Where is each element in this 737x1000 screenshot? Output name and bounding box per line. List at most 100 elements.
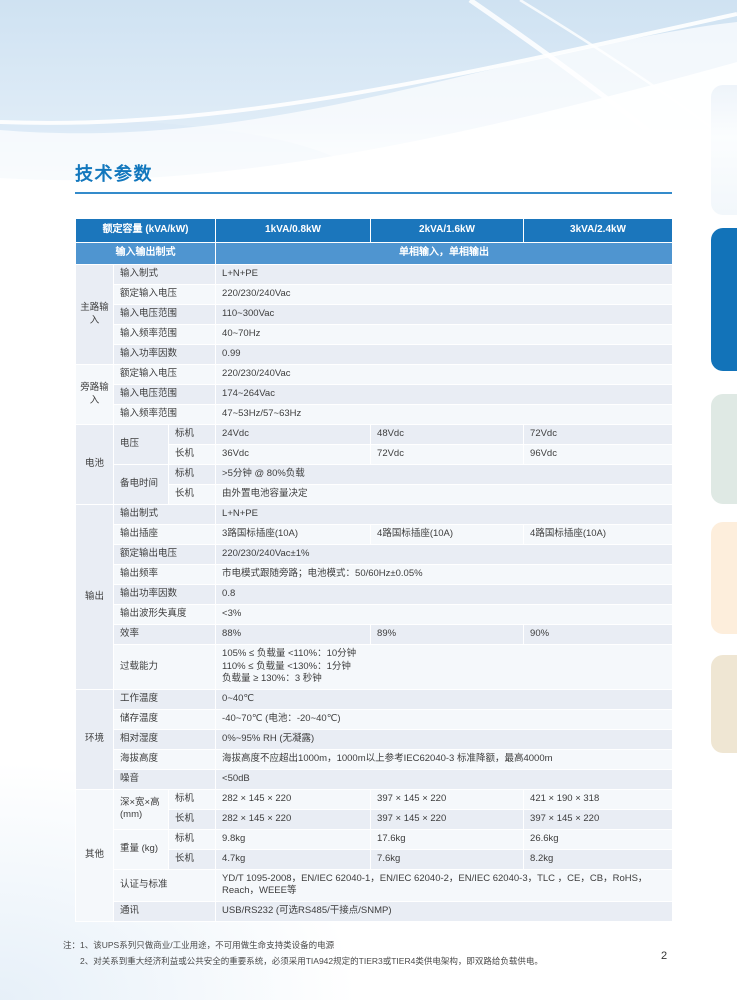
spec-label: 输入电压范围 [114, 305, 216, 325]
page-number: 2 [661, 950, 667, 962]
table-row: 额定输出电压 220/230/240Vac±1% [76, 545, 673, 565]
footnote-line-1: 注：1、该UPS系列只做商业/工业用途，不可用做生命支持类设备的电源 [63, 937, 543, 953]
spec-label: 过载能力 [114, 645, 216, 690]
note-prefix: 注： [63, 940, 80, 950]
spec-value: 0.8 [216, 585, 673, 605]
spec-value: 0~40℃ [216, 689, 673, 709]
decorative-waves-top [0, 0, 737, 250]
spec-label: 额定输出电压 [114, 545, 216, 565]
side-tab-5 [711, 655, 737, 753]
table-row: 备电时间 标机 >5分钟 @ 80%负载 [76, 465, 673, 485]
spec-value: L+N+PE [216, 505, 673, 525]
spec-label: 输入频率范围 [114, 405, 216, 425]
spec-value: 4路国标插座(10A) [371, 525, 524, 545]
table-row: 输出插座 3路国标插座(10A) 4路国标插座(10A) 4路国标插座(10A) [76, 525, 673, 545]
io-mode-label: 输入输出制式 [76, 243, 216, 265]
spec-label: 工作温度 [114, 689, 216, 709]
group-other: 其他 [76, 789, 114, 921]
spec-value: 220/230/240Vac±1% [216, 545, 673, 565]
group-environment: 环境 [76, 689, 114, 789]
spec-sublabel: 长机 [169, 485, 216, 505]
spec-value: 9.8kg [216, 829, 371, 849]
spec-sublabel: 标机 [169, 789, 216, 809]
table-row: 输入频率范围 40~70Hz [76, 325, 673, 345]
spec-label: 海拔高度 [114, 749, 216, 769]
spec-sublabel: 标机 [169, 425, 216, 445]
group-output: 输出 [76, 505, 114, 690]
spec-value: -40~70℃ (电池：-20~40℃) [216, 709, 673, 729]
table-row: 输入电压范围 174~264Vac [76, 385, 673, 405]
spec-label: 噪音 [114, 769, 216, 789]
spec-value: 397 × 145 × 220 [371, 809, 524, 829]
io-mode-value: 单相输入，单相输出 [216, 243, 673, 265]
table-row: 重量 (kg) 标机 9.8kg 17.6kg 26.6kg [76, 829, 673, 849]
spec-value: 由外置电池容量决定 [216, 485, 673, 505]
spec-value: 48Vdc [371, 425, 524, 445]
group-battery: 电池 [76, 425, 114, 505]
spec-value: 220/230/240Vac [216, 285, 673, 305]
header-col-3kva: 3kVA/2.4kW [524, 219, 673, 243]
spec-label: 认证与标准 [114, 869, 216, 901]
spec-value: 89% [371, 625, 524, 645]
table-row: 输出 输出制式 L+N+PE [76, 505, 673, 525]
spec-value: <3% [216, 605, 673, 625]
spec-value: USB/RS232 (可选RS485/干接点/SNMP) [216, 901, 673, 921]
spec-value: 47~53Hz/57~63Hz [216, 405, 673, 425]
spec-value: 105% ≤ 负载量 <110%：10分钟 110% ≤ 负载量 <130%：1… [216, 645, 673, 690]
table-row: 输入功率因数 0.99 [76, 345, 673, 365]
spec-value: 72Vdc [371, 445, 524, 465]
spec-value: 7.6kg [371, 849, 524, 869]
spec-value: 26.6kg [524, 829, 673, 849]
table-row: 输出波形失真度 <3% [76, 605, 673, 625]
spec-value: >5分钟 @ 80%负载 [216, 465, 673, 485]
spec-label: 输出插座 [114, 525, 216, 545]
table-header-row: 额定容量 (kVA/kW) 1kVA/0.8kW 2kVA/1.6kW 3kVA… [76, 219, 673, 243]
spec-value: 40~70Hz [216, 325, 673, 345]
table-row: 其他 深×宽×高 (mm) 标机 282 × 145 × 220 397 × 1… [76, 789, 673, 809]
spec-label: 额定输入电压 [114, 365, 216, 385]
spec-label: 通讯 [114, 901, 216, 921]
table-row: 过载能力 105% ≤ 负载量 <110%：10分钟 110% ≤ 负载量 <1… [76, 645, 673, 690]
spec-value: 397 × 145 × 220 [524, 809, 673, 829]
spec-value: YD/T 1095-2008，EN/IEC 62040-1，EN/IEC 620… [216, 869, 673, 901]
spec-value: 282 × 145 × 220 [216, 809, 371, 829]
spec-sublabel: 长机 [169, 809, 216, 829]
table-row: 旁路输入 额定输入电压 220/230/240Vac [76, 365, 673, 385]
spec-value: <50dB [216, 769, 673, 789]
table-row: 输入频率范围 47~53Hz/57~63Hz [76, 405, 673, 425]
group-bypass-input: 旁路输入 [76, 365, 114, 425]
spec-label: 输出波形失真度 [114, 605, 216, 625]
table-row: 相对湿度 0%~95% RH (无凝露) [76, 729, 673, 749]
spec-label: 储存温度 [114, 709, 216, 729]
spec-sublabel: 长机 [169, 445, 216, 465]
spec-value: 110~300Vac [216, 305, 673, 325]
spec-label: 输出频率 [114, 565, 216, 585]
spec-label: 相对湿度 [114, 729, 216, 749]
header-col-2kva: 2kVA/1.6kW [371, 219, 524, 243]
spec-table: 额定容量 (kVA/kW) 1kVA/0.8kW 2kVA/1.6kW 3kVA… [75, 218, 673, 922]
spec-value: 72Vdc [524, 425, 673, 445]
table-row: 输入电压范围 110~300Vac [76, 305, 673, 325]
spec-value: 0%~95% RH (无凝露) [216, 729, 673, 749]
table-row: 主路输入 输入制式 L+N+PE [76, 265, 673, 285]
title-underline [75, 192, 672, 194]
note-2: 2、对关系到重大经济利益或公共安全的重要系统，必须采用TIA942规定的TIER… [80, 956, 543, 966]
header-col-1kva: 1kVA/0.8kW [216, 219, 371, 243]
spec-value: 市电模式跟随旁路；电池模式：50/60Hz±0.05% [216, 565, 673, 585]
side-tab-3 [711, 394, 737, 504]
header-rating-label: 额定容量 (kVA/kW) [76, 219, 216, 243]
spec-label: 深×宽×高 (mm) [114, 789, 169, 829]
side-tab-4 [711, 522, 737, 634]
side-tab-1 [711, 85, 737, 215]
table-row: 通讯 USB/RS232 (可选RS485/干接点/SNMP) [76, 901, 673, 921]
table-row: 噪音 <50dB [76, 769, 673, 789]
spec-label: 效率 [114, 625, 216, 645]
spec-value: 174~264Vac [216, 385, 673, 405]
footnotes: 注：1、该UPS系列只做商业/工业用途，不可用做生命支持类设备的电源 2、对关系… [63, 937, 543, 969]
spec-sublabel: 标机 [169, 829, 216, 849]
spec-value: 397 × 145 × 220 [371, 789, 524, 809]
spec-label: 输入制式 [114, 265, 216, 285]
spec-value: 海拔高度不应超出1000m，1000m以上参考IEC62040-3 标准降额，最… [216, 749, 673, 769]
spec-label: 输入频率范围 [114, 325, 216, 345]
spec-value: 282 × 145 × 220 [216, 789, 371, 809]
